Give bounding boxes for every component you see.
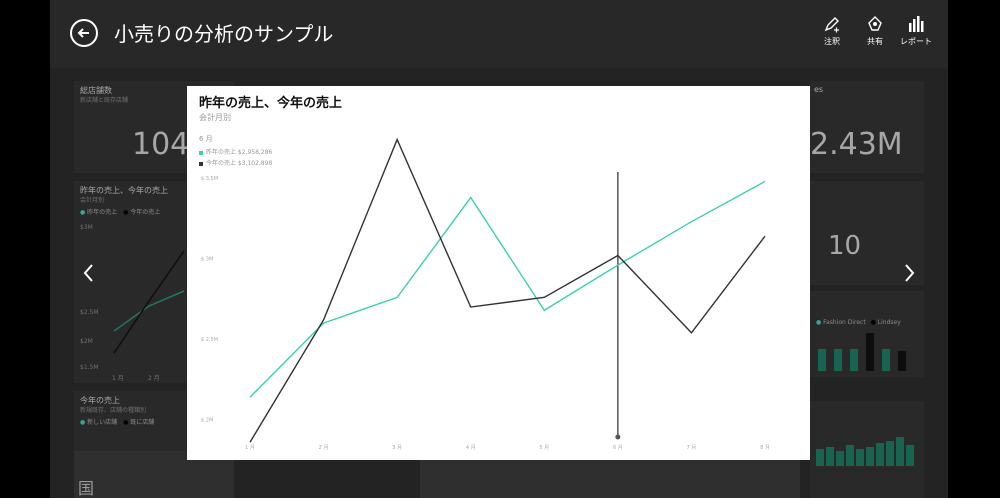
x-tick-label: 5 月 bbox=[539, 445, 549, 451]
hover-crosshair-dot bbox=[615, 434, 621, 440]
chevron-left-icon bbox=[83, 264, 93, 282]
next-tile-button[interactable] bbox=[900, 258, 918, 288]
annotate-label: 注釈 bbox=[824, 37, 840, 46]
y-tick-label: $ 3.5M bbox=[201, 176, 218, 182]
report-label: レポート bbox=[900, 37, 932, 46]
x-tick-label: 2 月 bbox=[319, 445, 329, 451]
back-button[interactable] bbox=[70, 19, 98, 47]
back-arrow-icon bbox=[77, 28, 89, 38]
share-icon bbox=[868, 16, 882, 31]
previous-tile-button[interactable] bbox=[80, 258, 98, 288]
bar-chart-icon bbox=[909, 16, 924, 32]
y-tick-label: $ 2M bbox=[201, 418, 213, 424]
top-bar: 小売りの分析のサンプル 注釈 共有 レポート bbox=[50, 0, 948, 68]
page-title: 小売りの分析のサンプル bbox=[114, 22, 334, 46]
x-tick-label: 1 月 bbox=[245, 445, 255, 451]
x-tick-label: 7 月 bbox=[687, 445, 697, 451]
x-tick-label: 6 月 bbox=[613, 445, 623, 451]
x-tick-label: 4 月 bbox=[466, 445, 476, 451]
series-line-last-year bbox=[249, 180, 766, 398]
share-label: 共有 bbox=[867, 37, 883, 46]
y-tick-label: $ 3M bbox=[201, 257, 213, 263]
annotate-button[interactable]: 注釈 bbox=[810, 15, 854, 47]
focus-chart-modal: 昨年の売上、今年の売上 会計月別 6 月 昨年の売上 $2,958,286 今年… bbox=[187, 86, 810, 460]
report-button[interactable]: レポート bbox=[894, 15, 938, 47]
pen-icon bbox=[824, 17, 839, 33]
x-tick-label: 8 月 bbox=[760, 445, 770, 451]
chevron-right-icon bbox=[905, 264, 915, 282]
line-chart[interactable]: $ 3.5M $ 3M $ 2.5M $ 2M 1 月 2 月 3 月 4 月 5 月 6 月 7 … bbox=[187, 86, 810, 460]
series-line-this-year bbox=[249, 137, 766, 443]
y-tick-label: $ 2.5M bbox=[201, 337, 218, 343]
share-button[interactable]: 共有 bbox=[853, 15, 897, 47]
x-tick-label: 3 月 bbox=[392, 445, 402, 451]
